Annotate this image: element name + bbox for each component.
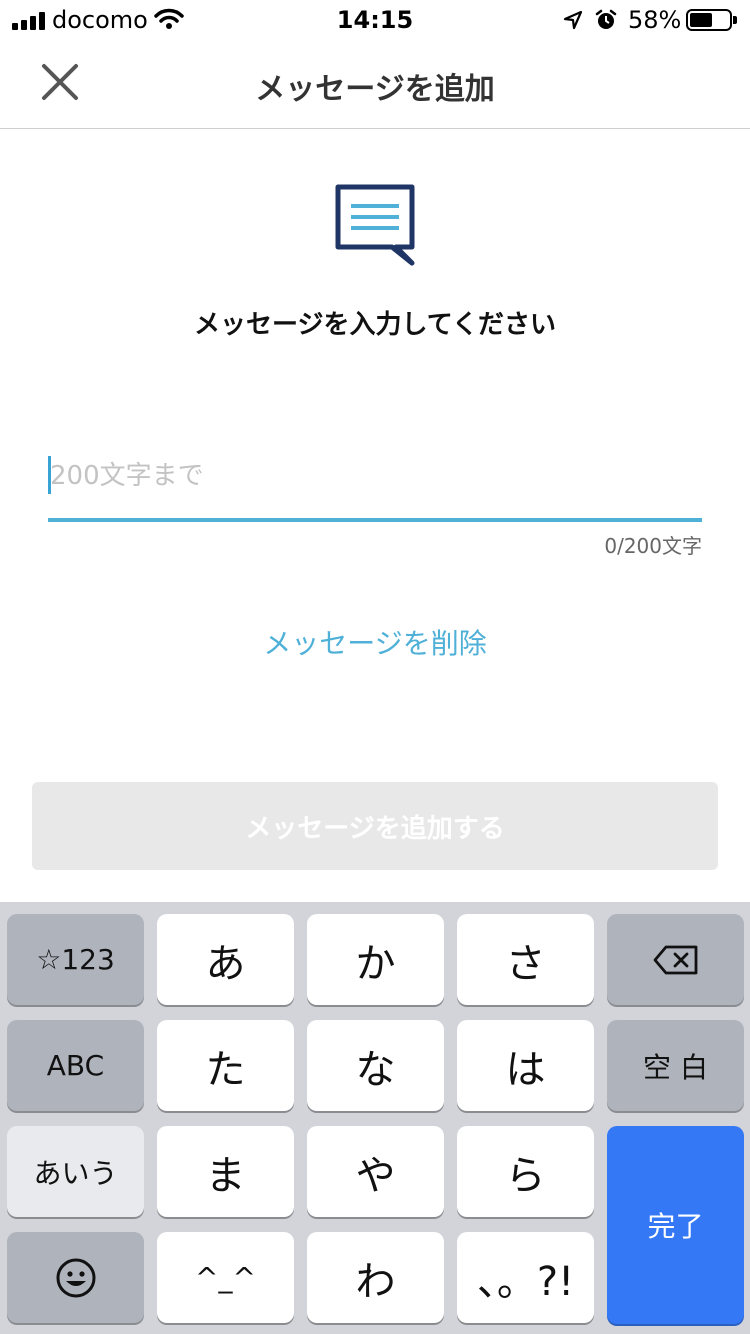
key-ma[interactable]: ま — [157, 1126, 294, 1217]
key-ra[interactable]: ら — [457, 1126, 594, 1217]
key-kaomoji[interactable]: ^_^ — [157, 1232, 294, 1323]
key-na[interactable]: な — [307, 1020, 444, 1111]
key-ha[interactable]: は — [457, 1020, 594, 1111]
key-emoji[interactable] — [7, 1232, 144, 1323]
key-done[interactable]: 完了 — [607, 1126, 744, 1324]
alarm-icon — [595, 9, 617, 29]
key-numbers[interactable]: ☆123 — [7, 914, 144, 1005]
chat-bubble-icon — [335, 184, 415, 266]
add-message-button[interactable]: メッセージを追加する — [32, 782, 718, 870]
key-wa[interactable]: わ — [307, 1232, 444, 1323]
key-kaomoji-label: ^_^ — [195, 1261, 256, 1294]
message-input[interactable] — [50, 454, 690, 498]
key-ta[interactable]: た — [157, 1020, 294, 1111]
key-backspace[interactable] — [607, 914, 744, 1005]
delete-message-link[interactable]: メッセージを削除 — [0, 622, 750, 662]
emoji-icon — [56, 1258, 95, 1297]
key-ka[interactable]: か — [307, 914, 444, 1005]
page-title: メッセージを追加 — [255, 72, 495, 107]
status-bar: docomo 14:15 58% — [0, 0, 750, 40]
key-punctuation[interactable]: 、。?! — [457, 1232, 594, 1323]
char-count: 0/200文字 — [604, 534, 702, 558]
header: メッセージを追加 — [0, 40, 750, 129]
message-field[interactable] — [48, 450, 702, 522]
key-kana-mode[interactable]: あいう — [7, 1126, 144, 1217]
key-abc[interactable]: ABC — [7, 1020, 144, 1111]
backspace-icon — [653, 945, 697, 974]
key-a[interactable]: あ — [157, 914, 294, 1005]
location-icon — [563, 10, 583, 30]
input-prompt: メッセージを入力してください — [194, 310, 556, 340]
battery-percent: 58% — [628, 6, 682, 34]
key-space[interactable]: 空 白 — [607, 1020, 744, 1111]
keyboard: ☆123 あ か さ ABC た な は 空 白 あいう ま や ら 完了 ^_… — [0, 902, 750, 1334]
key-sa[interactable]: さ — [457, 914, 594, 1005]
battery-icon — [686, 9, 737, 31]
key-ya[interactable]: や — [307, 1126, 444, 1217]
